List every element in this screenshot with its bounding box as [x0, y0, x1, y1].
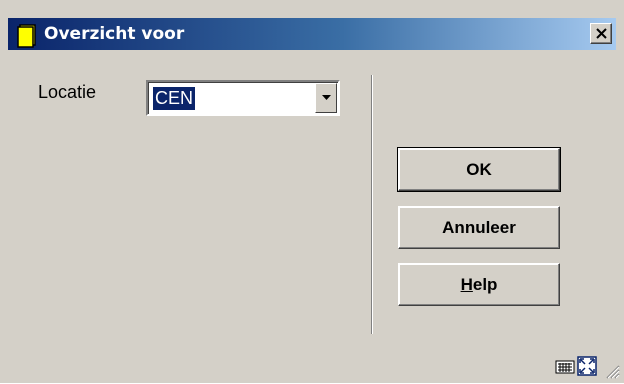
resize-grip-icon[interactable]	[604, 363, 620, 379]
help-label-rest: elp	[472, 275, 498, 294]
close-icon	[596, 28, 607, 39]
cancel-button-label: Annuleer	[442, 218, 516, 237]
cancel-button[interactable]: Annuleer	[398, 206, 560, 249]
help-button-label: Help	[461, 275, 498, 294]
ok-button[interactable]: OK	[397, 147, 561, 192]
locatie-selected-value: CEN	[153, 87, 196, 110]
vertical-divider	[371, 75, 373, 334]
locatie-select[interactable]: CEN	[146, 80, 340, 116]
keyboard-icon[interactable]	[555, 356, 575, 376]
help-accelerator: H	[460, 275, 473, 294]
help-button[interactable]: Help	[398, 263, 560, 306]
fullscreen-icon[interactable]	[577, 356, 597, 376]
window-title: Overzicht voor	[44, 24, 185, 44]
locatie-dropdown-button[interactable]	[315, 83, 337, 113]
chevron-down-icon	[322, 95, 331, 100]
title-bar[interactable]: Overzicht voor	[8, 18, 616, 50]
document-yellow-icon	[14, 22, 40, 48]
locatie-label: Locatie	[38, 82, 97, 102]
close-button[interactable]	[590, 23, 612, 44]
ok-button-label: OK	[466, 160, 492, 179]
dialog-window: Overzicht voor Locatie CEN OK Annuleer H…	[0, 0, 624, 383]
